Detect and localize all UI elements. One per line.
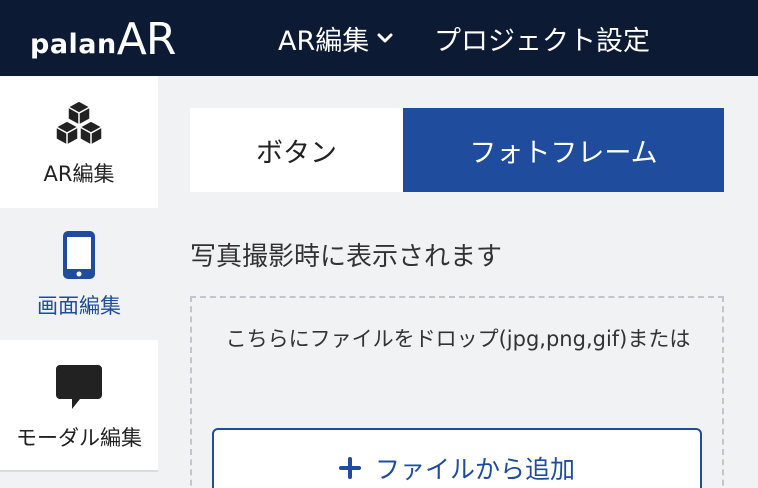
nav-ar-edit-label: AR編集 (278, 25, 370, 57)
sidebar-item-label: AR編集 (43, 162, 115, 186)
nav-project-settings-label: プロジェクト設定 (434, 25, 650, 57)
add-file-button[interactable]: ファイルから追加 (212, 428, 702, 488)
tab-photo-frame[interactable]: フォトフレーム (403, 108, 724, 192)
drop-instruction-text: こちらにファイルをドロップ(jpg,png,gif)または (225, 327, 691, 351)
logo-text-small: palan (30, 29, 117, 60)
sidebar-item-label: 画面編集 (37, 294, 121, 318)
sidebar-item-screen-edit[interactable]: 画面編集 (0, 208, 158, 340)
chevron-down-icon (377, 32, 393, 44)
cubes-icon (53, 96, 105, 150)
nav-project-settings[interactable]: プロジェクト設定 (434, 0, 650, 76)
sidebar-item-ar-edit[interactable]: AR編集 (0, 76, 158, 208)
speech-bubble-icon (54, 360, 104, 414)
add-file-button-label: ファイルから追加 (374, 455, 575, 484)
logo-text-big: AR (116, 14, 177, 65)
plus-icon (338, 457, 361, 479)
file-drop-zone[interactable]: こちらにファイルをドロップ(jpg,png,gif)または ファイルから追加 (190, 296, 724, 488)
sidebar-item-modal-edit[interactable]: モーダル編集 (0, 340, 158, 472)
sidebar-divider (0, 470, 158, 472)
tab-button[interactable]: ボタン (190, 108, 403, 192)
sidebar-item-label: モーダル編集 (16, 426, 142, 450)
section-description: 写真撮影時に表示されます (190, 242, 503, 272)
sidebar: AR編集 画面編集 モーダル編集 (0, 76, 158, 488)
nav-ar-edit-dropdown[interactable]: AR編集 (278, 0, 393, 76)
smartphone-icon (62, 228, 96, 282)
top-navigation-bar: palan AR AR編集 プロジェクト設定 (0, 0, 758, 76)
main-content: ボタン フォトフレーム 写真撮影時に表示されます こちらにファイルをドロップ(j… (158, 76, 758, 488)
palanar-logo[interactable]: palan AR (30, 12, 177, 65)
